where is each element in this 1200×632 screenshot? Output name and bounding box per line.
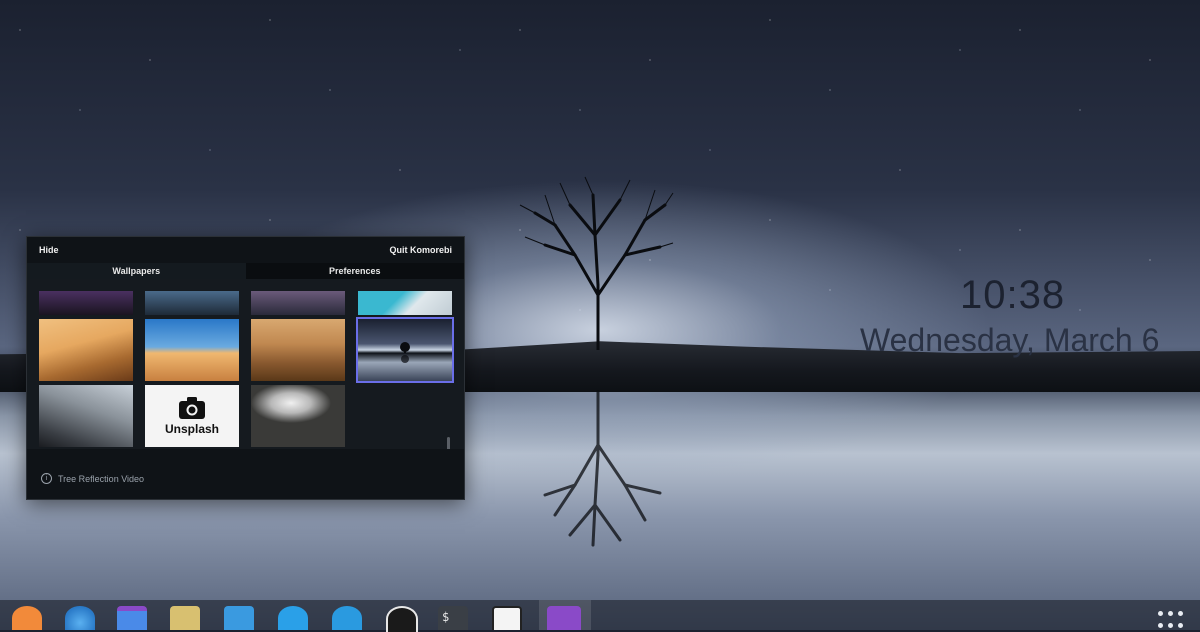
clock-date: Wednesday, March 6 <box>860 322 1160 358</box>
tab-preferences[interactable]: Preferences <box>245 263 464 279</box>
files-icon[interactable] <box>117 606 147 630</box>
info-icon: i <box>41 473 52 484</box>
clock-time: 10:38 <box>960 273 1066 317</box>
wallpaper-grid: Unsplash <box>27 279 464 449</box>
komorebi-settings-panel: Hide Quit Komorebi Wallpapers Preference… <box>26 236 465 500</box>
unsplash-tile[interactable]: Unsplash <box>145 385 239 447</box>
clock-app-icon[interactable] <box>386 606 418 632</box>
fox-app-icon[interactable] <box>12 606 42 630</box>
current-wallpaper-info: i Tree Reflection Video <box>41 473 144 484</box>
app-launcher-grid-icon[interactable] <box>1158 611 1188 630</box>
wallpaper-thumb-mountain-dusk[interactable] <box>39 291 133 315</box>
unsplash-label: Unsplash <box>164 422 219 436</box>
komorebi-icon[interactable] <box>547 606 581 630</box>
settings-sliders-icon[interactable] <box>278 606 308 630</box>
wallpaper-thumb-desert-dunes-3[interactable] <box>251 319 345 381</box>
terminal-icon[interactable]: $ <box>438 606 468 630</box>
grid-scrollbar[interactable] <box>447 437 450 449</box>
panel-header: Hide Quit Komorebi <box>27 237 464 263</box>
software-center-icon[interactable] <box>224 606 254 630</box>
wallpaper-thumb-foggy-forest[interactable] <box>251 385 345 447</box>
browser-icon[interactable] <box>65 606 95 630</box>
wallpaper-thumb-desert-dunes-2[interactable] <box>145 319 239 381</box>
panel-tabs: Wallpapers Preferences <box>27 263 464 279</box>
wallpaper-thumb-tunnel[interactable] <box>39 385 133 447</box>
play-store-icon[interactable] <box>492 606 522 630</box>
tree-reflection-mini-icon <box>400 342 410 363</box>
wallpaper-thumb-mountain-blue[interactable] <box>145 291 239 315</box>
tree-reflection <box>543 390 662 547</box>
wallpaper-thumb-night-sky[interactable] <box>251 291 345 315</box>
camera-icon <box>179 397 205 419</box>
hide-button[interactable]: Hide <box>39 245 59 255</box>
telegram-icon[interactable] <box>332 606 362 630</box>
quit-komorebi-button[interactable]: Quit Komorebi <box>390 245 453 255</box>
current-wallpaper-name: Tree Reflection Video <box>58 473 145 484</box>
wallpaper-thumb-desert-dunes-1[interactable] <box>39 319 133 381</box>
wallpaper-thumb-tree-reflection[interactable] <box>356 317 454 383</box>
tab-wallpapers[interactable]: Wallpapers <box>27 263 246 279</box>
wallpaper-thumb-beach-aerial[interactable] <box>358 291 452 315</box>
tree-silhouette <box>519 176 674 350</box>
cassette-app-icon[interactable] <box>170 606 200 630</box>
